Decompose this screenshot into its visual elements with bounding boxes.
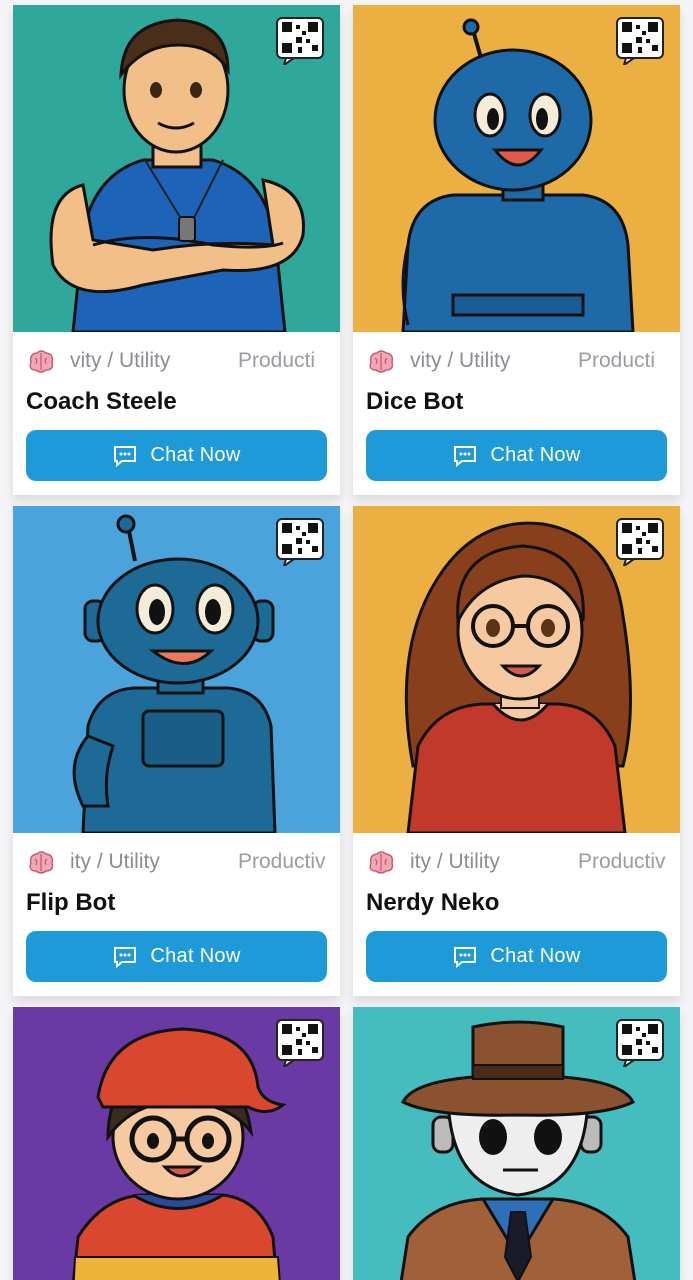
category-tag-secondary: Producti (578, 349, 656, 372)
chat-bubble-icon (114, 946, 137, 968)
character-card[interactable]: ity / Utility Productiv Nerdy Neko Chat … (353, 506, 680, 996)
chat-bubble-icon (454, 946, 477, 968)
qr-code-icon[interactable] (276, 518, 326, 566)
character-card[interactable]: vity / Utility Producti Coach Steele Cha… (13, 5, 340, 495)
chat-now-button[interactable]: Chat Now (366, 430, 667, 481)
qr-code-icon[interactable] (616, 1019, 666, 1067)
character-name: Dice Bot (366, 388, 464, 415)
character-card[interactable]: vity / Utility Producti Dice Bot Chat No… (353, 5, 680, 495)
character-art[interactable] (13, 1007, 340, 1280)
character-art[interactable] (13, 506, 340, 833)
qr-code-icon[interactable] (616, 17, 666, 65)
character-art[interactable] (353, 1007, 680, 1280)
category-tag: vity / Utility (70, 349, 171, 372)
character-card[interactable] (13, 1007, 340, 1280)
chat-now-button[interactable]: Chat Now (366, 931, 667, 982)
brain-icon (369, 851, 394, 874)
character-name: Coach Steele (26, 388, 177, 415)
character-art[interactable] (13, 5, 340, 332)
chat-bubble-icon (114, 445, 137, 467)
character-art[interactable] (353, 506, 680, 833)
category-tag: ity / Utility (70, 850, 160, 873)
brain-icon (29, 350, 54, 373)
chat-now-label: Chat Now (150, 945, 241, 967)
chat-now-button[interactable]: Chat Now (26, 931, 327, 982)
category-tag-secondary: Productiv (578, 850, 666, 873)
brain-icon (369, 350, 394, 373)
character-art[interactable] (353, 5, 680, 332)
category-tag-secondary: Productiv (238, 850, 326, 873)
character-grid: vity / Utility Producti Coach Steele Cha… (0, 0, 693, 1280)
character-name: Flip Bot (26, 889, 116, 916)
brain-icon (29, 851, 54, 874)
character-name: Nerdy Neko (366, 889, 500, 916)
qr-code-icon[interactable] (276, 17, 326, 65)
category-tag-secondary: Producti (238, 349, 316, 372)
chat-now-button[interactable]: Chat Now (26, 430, 327, 481)
qr-code-icon[interactable] (276, 1019, 326, 1067)
chat-now-label: Chat Now (150, 444, 241, 466)
character-card[interactable]: ity / Utility Productiv Flip Bot Chat No… (13, 506, 340, 996)
category-tag: vity / Utility (410, 349, 511, 372)
qr-code-icon[interactable] (616, 518, 666, 566)
category-tag: ity / Utility (410, 850, 500, 873)
chat-now-label: Chat Now (490, 444, 581, 466)
chat-now-label: Chat Now (490, 945, 581, 967)
chat-bubble-icon (454, 445, 477, 467)
character-card[interactable] (353, 1007, 680, 1280)
